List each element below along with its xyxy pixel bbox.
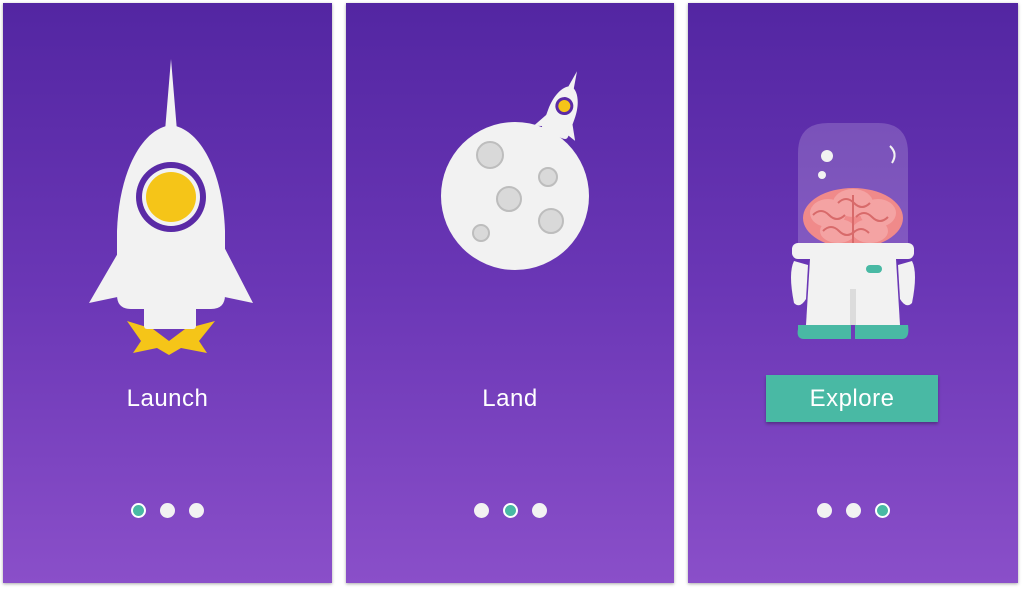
- rocket-launch-icon: [89, 59, 253, 355]
- page-indicator: [346, 503, 674, 519]
- onboarding-screen-land: Land: [346, 3, 674, 583]
- page-dot-1[interactable]: [131, 503, 146, 518]
- page-dot-1[interactable]: [816, 503, 832, 518]
- page-dot-2[interactable]: [502, 503, 518, 518]
- screen-title: Launch: [126, 385, 209, 412]
- page-dot-3[interactable]: [531, 503, 547, 518]
- moon-landing-icon: [441, 71, 589, 270]
- page-indicator: [688, 503, 1018, 519]
- explore-button[interactable]: Explore: [766, 375, 938, 422]
- page-indicator: [3, 503, 332, 519]
- screen-title: Land: [482, 385, 538, 412]
- brain-icon: [803, 188, 903, 248]
- onboarding-screen-explore: Explore: [688, 3, 1018, 583]
- page-dot-2[interactable]: [845, 503, 861, 518]
- astronaut-brain-icon: [791, 123, 915, 339]
- onboarding-screen-launch: Launch: [3, 3, 332, 583]
- page-dot-3[interactable]: [189, 503, 204, 518]
- page-dot-1[interactable]: [473, 503, 489, 518]
- page-dot-2[interactable]: [160, 503, 175, 518]
- page-dot-3[interactable]: [874, 503, 890, 518]
